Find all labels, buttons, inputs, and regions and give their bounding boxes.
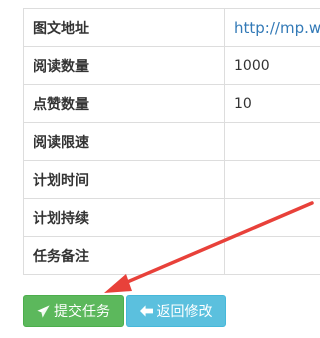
table-row: 图文地址 http://mp.w — [23, 8, 320, 47]
row-label-read-speed-limit: 阅读限速 — [23, 122, 225, 161]
table-row: 点赞数量 10 — [23, 84, 320, 123]
table-row: 计划时间 — [23, 160, 320, 199]
submit-task-button[interactable]: 提交任务 — [23, 295, 124, 327]
row-label-article-url: 图文地址 — [23, 8, 225, 47]
row-label-like-count: 点赞数量 — [23, 84, 225, 123]
table-row: 阅读限速 — [23, 122, 320, 161]
table-row: 阅读数量 1000 — [23, 46, 320, 85]
row-label-task-note: 任务备注 — [23, 236, 225, 275]
plan-time-value — [224, 160, 320, 199]
row-label-read-count: 阅读数量 — [23, 46, 225, 85]
plan-duration-value — [224, 198, 320, 237]
read-count-value: 1000 — [224, 46, 320, 85]
back-edit-label: 返回修改 — [156, 304, 213, 320]
like-count-value: 10 — [224, 84, 320, 123]
read-speed-limit-value — [224, 122, 320, 161]
row-label-plan-duration: 计划持续 — [23, 198, 225, 237]
paper-plane-icon — [37, 304, 50, 318]
back-edit-button[interactable]: 返回修改 — [126, 295, 226, 327]
table-row: 任务备注 — [23, 236, 320, 275]
arrow-left-icon — [139, 305, 153, 317]
task-summary-table: 图文地址 http://mp.w 阅读数量 1000 点赞数量 10 阅读限速 … — [23, 8, 320, 275]
task-note-value — [224, 236, 320, 275]
row-label-plan-time: 计划时间 — [23, 160, 225, 199]
table-row: 计划持续 — [23, 198, 320, 237]
submit-task-label: 提交任务 — [54, 304, 110, 320]
article-url-link[interactable]: http://mp.w — [224, 8, 320, 47]
